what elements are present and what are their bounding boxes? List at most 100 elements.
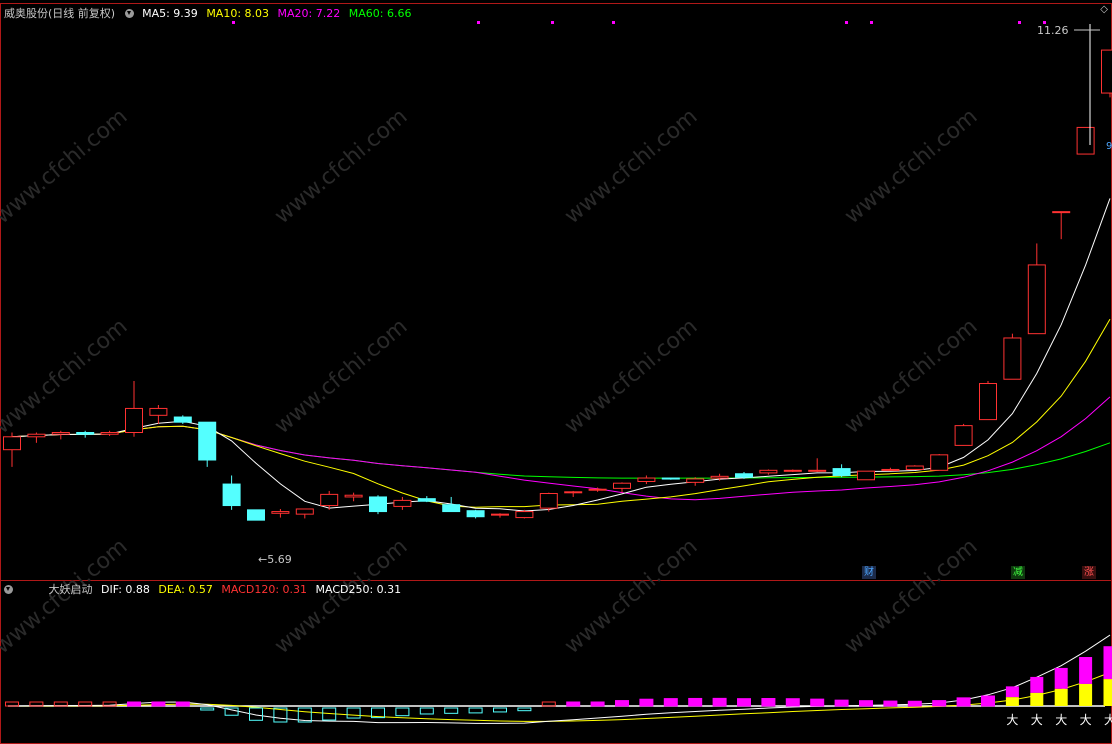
signal-glyph: 大 [1006, 713, 1018, 727]
macd-bar [127, 701, 141, 707]
ma20-line [11, 396, 1111, 501]
macd-bar [981, 695, 995, 707]
macd-bar-negative [517, 707, 532, 712]
candle-body [369, 496, 387, 513]
macd-bar [956, 697, 971, 707]
macd-bar [639, 698, 654, 707]
candle-body [710, 475, 729, 479]
macd-bar-top [1005, 686, 1019, 698]
candle-body [881, 468, 900, 471]
candle-body [222, 483, 241, 507]
top-marker-dot [845, 21, 848, 24]
macd-bar-top [1054, 667, 1068, 689]
candle-body [125, 407, 143, 433]
right-edge-label: 9 [1106, 141, 1112, 152]
dif-value: DIF: 0.88 [101, 583, 150, 596]
macd-bar [859, 700, 873, 707]
candle-body [954, 425, 973, 446]
candle-body [686, 478, 705, 483]
candle-body [1101, 49, 1112, 94]
event-marker-jian[interactable]: 减 [1011, 566, 1025, 579]
top-marker-dot [1018, 21, 1021, 24]
ma10-line [11, 318, 1111, 508]
macd-bar [932, 700, 947, 707]
stock-chart-window: 威奥股份(日线 前复权) MA5: 9.39 MA10: 8.03 MA20: … [0, 0, 1112, 744]
dea-value: DEA: 0.57 [158, 583, 213, 596]
macd-bar [663, 698, 678, 707]
macd-bar-top [1103, 646, 1112, 680]
ma10-value: MA10: 8.03 [206, 7, 270, 20]
macd120-value: MACD120: 0.31 [221, 583, 308, 596]
macd-bar [785, 698, 800, 707]
macd-bar-bottom [1054, 688, 1068, 706]
candle-body [783, 469, 802, 472]
candle-body [857, 470, 875, 481]
candle-body [588, 488, 607, 491]
candle-body [491, 513, 509, 516]
indicator-header: 大妖启动 DIF: 0.88 DEA: 0.57 MACD120: 0.31 M… [0, 582, 406, 598]
candle-body [759, 469, 778, 474]
candle-body [198, 421, 217, 461]
signal-glyph: 大 [1104, 713, 1112, 727]
top-marker-dot [477, 21, 480, 24]
event-marker-zhang[interactable]: 涨 [1082, 566, 1096, 579]
candle-body [735, 473, 753, 478]
candlestick-chart[interactable]: 大大大大大 [0, 0, 1112, 744]
candle-body [1003, 337, 1022, 380]
ma20-value: MA20: 7.22 [277, 7, 341, 20]
ma60-value: MA60: 6.66 [348, 7, 412, 20]
candle-body [51, 432, 70, 435]
macd-bar [151, 701, 166, 707]
dif-line [11, 634, 1111, 724]
macd250-value: MACD250: 0.31 [315, 583, 402, 596]
candle-body [100, 432, 119, 435]
signal-glyph: 大 [1055, 713, 1067, 727]
candle-body [417, 498, 436, 502]
indicator-dropdown-icon[interactable] [4, 585, 13, 594]
candle-body [393, 499, 412, 507]
macd-bar [737, 698, 751, 707]
macd-bar [688, 697, 703, 707]
candle-body [979, 383, 997, 421]
macd-bar-bottom [1079, 683, 1093, 706]
dropdown-icon[interactable] [124, 9, 134, 18]
candle-body [637, 477, 656, 482]
indicator-name[interactable]: 大妖启动 [49, 583, 93, 596]
candle-body [1027, 264, 1046, 335]
stock-title[interactable]: 威奥股份(日线 前复权) [4, 7, 115, 20]
candle-body [808, 469, 827, 472]
macd-bar-negative [468, 707, 483, 714]
macd-bar [615, 700, 629, 707]
candle-body [27, 433, 46, 438]
candle-body [1052, 211, 1071, 214]
candle-body [149, 407, 168, 416]
macd-bar-bottom [1005, 697, 1019, 706]
macd-bar [810, 698, 825, 707]
top-marker-dot [551, 21, 554, 24]
macd-bar-bottom [1103, 679, 1112, 706]
candle-body [344, 494, 363, 498]
macd-bar-negative [444, 707, 459, 714]
top-marker-dot [612, 21, 615, 24]
candle-body [295, 508, 314, 515]
ma5-value: MA5: 9.39 [142, 7, 198, 20]
candle-body [3, 436, 21, 451]
dea-line [12, 672, 1111, 722]
candle-body [76, 432, 95, 435]
signal-glyph: 大 [1080, 713, 1092, 727]
macd-bar [907, 700, 922, 707]
candle-body [173, 416, 192, 423]
macd-bar-negative [346, 707, 361, 719]
candle-body [320, 493, 339, 507]
macd-bar [712, 697, 727, 707]
event-marker-cai[interactable]: 财 [862, 566, 876, 579]
price-header: 威奥股份(日线 前复权) MA5: 9.39 MA10: 8.03 MA20: … [4, 6, 416, 22]
macd-bar [566, 701, 581, 707]
macd-bar [834, 699, 849, 707]
macd-bar [175, 701, 190, 707]
candle-body [442, 504, 461, 513]
candle-body [613, 482, 631, 489]
macd-bar [761, 698, 776, 707]
macd-bar-bottom [1030, 692, 1044, 706]
candle-body [832, 468, 851, 476]
